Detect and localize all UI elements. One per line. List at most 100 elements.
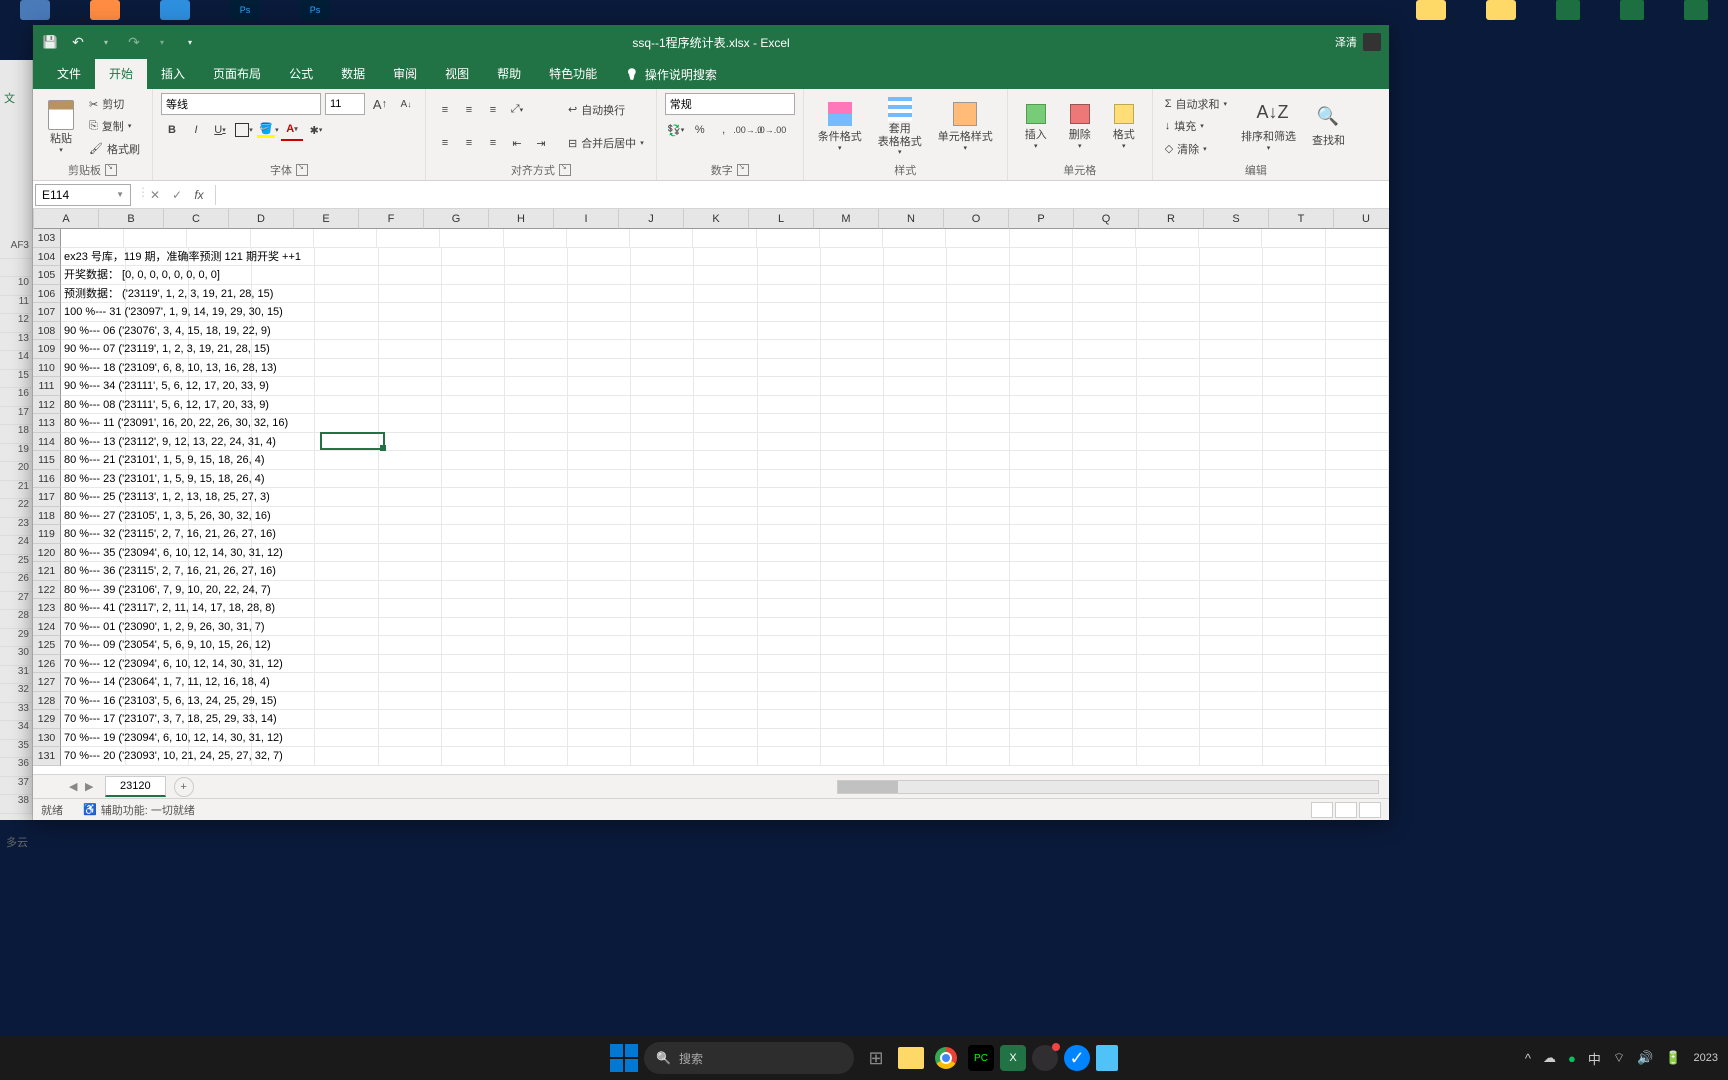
grow-font-button[interactable]: A↑ — [369, 93, 391, 115]
cell[interactable] — [1263, 285, 1326, 303]
cell[interactable] — [1073, 488, 1136, 506]
cell[interactable] — [821, 525, 884, 543]
cell[interactable] — [1073, 729, 1136, 747]
cell[interactable] — [694, 470, 757, 488]
cell[interactable] — [1326, 470, 1389, 488]
save-icon[interactable] — [41, 33, 59, 51]
cell[interactable] — [694, 451, 757, 469]
cell[interactable] — [315, 433, 378, 451]
clear-button[interactable]: ◇清除▾ — [1161, 139, 1231, 159]
cell[interactable]: 90 %--- 18 ('23109', 6, 8, 10, 13, 16, 2… — [61, 359, 126, 377]
onedrive-icon[interactable]: ☁ — [1543, 1050, 1556, 1066]
cell[interactable] — [1010, 525, 1073, 543]
cell[interactable]: 70 %--- 12 ('23094', 6, 10, 12, 14, 30, … — [61, 655, 126, 673]
cell[interactable] — [568, 285, 631, 303]
cell[interactable] — [568, 488, 631, 506]
cell[interactable] — [947, 507, 1010, 525]
cell[interactable] — [1137, 433, 1200, 451]
cell[interactable] — [568, 673, 631, 691]
delete-cells-button[interactable]: 删除▾ — [1060, 93, 1100, 160]
cell[interactable] — [505, 303, 568, 321]
cell[interactable] — [315, 340, 378, 358]
cell[interactable] — [315, 248, 378, 266]
cell[interactable] — [568, 618, 631, 636]
cell[interactable] — [758, 729, 821, 747]
cell[interactable] — [505, 544, 568, 562]
cell[interactable] — [379, 359, 442, 377]
cell[interactable] — [758, 673, 821, 691]
cell[interactable] — [1263, 470, 1326, 488]
cell[interactable] — [124, 229, 187, 247]
cell[interactable] — [315, 581, 378, 599]
cell[interactable] — [947, 729, 1010, 747]
cell[interactable] — [505, 636, 568, 654]
cell[interactable] — [631, 692, 694, 710]
cell[interactable] — [1263, 377, 1326, 395]
cell[interactable] — [505, 266, 568, 284]
cell[interactable] — [821, 692, 884, 710]
inc-decimal-button[interactable]: .00→.0 — [737, 119, 759, 141]
cell[interactable]: 70 %--- 19 ('23094', 6, 10, 12, 14, 30, … — [61, 729, 126, 747]
row-header[interactable]: 128 — [33, 692, 61, 711]
taskbar-app-pycharm[interactable]: PC — [968, 1045, 994, 1071]
cell[interactable] — [1137, 747, 1200, 765]
redo-dropdown-icon[interactable]: ▾ — [153, 33, 171, 51]
cell[interactable] — [315, 692, 378, 710]
cell[interactable] — [821, 655, 884, 673]
cell[interactable] — [947, 359, 1010, 377]
cell[interactable] — [1200, 507, 1263, 525]
fill-button[interactable]: ↓填充▾ — [1161, 116, 1231, 136]
cell[interactable] — [568, 599, 631, 617]
cell[interactable] — [1326, 655, 1389, 673]
cell[interactable] — [315, 359, 378, 377]
cell[interactable] — [694, 322, 757, 340]
cell[interactable] — [1137, 340, 1200, 358]
cell[interactable] — [442, 544, 505, 562]
cell[interactable] — [315, 451, 378, 469]
cell[interactable] — [694, 747, 757, 765]
cell[interactable] — [1010, 414, 1073, 432]
undo-icon[interactable] — [69, 33, 87, 51]
cell[interactable] — [1200, 488, 1263, 506]
cell[interactable] — [631, 303, 694, 321]
row-header[interactable]: 113 — [33, 414, 61, 433]
cell[interactable] — [1263, 525, 1326, 543]
cell[interactable] — [1326, 359, 1389, 377]
cell[interactable] — [505, 396, 568, 414]
cell[interactable] — [315, 599, 378, 617]
cell[interactable] — [315, 396, 378, 414]
cell[interactable] — [821, 729, 884, 747]
cell[interactable] — [821, 544, 884, 562]
cell[interactable] — [758, 303, 821, 321]
cell[interactable] — [442, 414, 505, 432]
cell[interactable] — [1326, 377, 1389, 395]
cell[interactable] — [1199, 229, 1262, 247]
cell[interactable] — [694, 507, 757, 525]
cell[interactable] — [568, 377, 631, 395]
cell[interactable] — [442, 562, 505, 580]
cell[interactable] — [379, 673, 442, 691]
cell[interactable]: 80 %--- 13 ('23112', 9, 12, 13, 22, 24, … — [61, 433, 126, 451]
cell[interactable] — [1137, 710, 1200, 728]
bold-button[interactable]: B — [161, 119, 183, 141]
cell[interactable] — [1263, 581, 1326, 599]
cell[interactable] — [631, 618, 694, 636]
cell[interactable] — [1137, 248, 1200, 266]
cell[interactable] — [1073, 544, 1136, 562]
cell[interactable] — [947, 266, 1010, 284]
cell[interactable] — [505, 618, 568, 636]
cell[interactable] — [821, 414, 884, 432]
cell[interactable]: 80 %--- 11 ('23091', 16, 20, 22, 26, 30,… — [61, 414, 126, 432]
cell[interactable] — [442, 655, 505, 673]
accessibility-status[interactable]: ♿辅助功能: 一切就绪 — [83, 802, 195, 818]
cell[interactable] — [947, 525, 1010, 543]
row-header[interactable]: 105 — [33, 266, 61, 285]
cell[interactable]: 70 %--- 17 ('23107', 3, 7, 18, 25, 29, 3… — [61, 710, 126, 728]
row-header[interactable]: 118 — [33, 507, 61, 526]
cell[interactable] — [1326, 488, 1389, 506]
cell[interactable] — [884, 266, 947, 284]
cell[interactable] — [1137, 414, 1200, 432]
desktop-icon[interactable] — [160, 0, 190, 20]
cell[interactable] — [821, 322, 884, 340]
new-sheet-button[interactable]: + — [174, 777, 194, 797]
